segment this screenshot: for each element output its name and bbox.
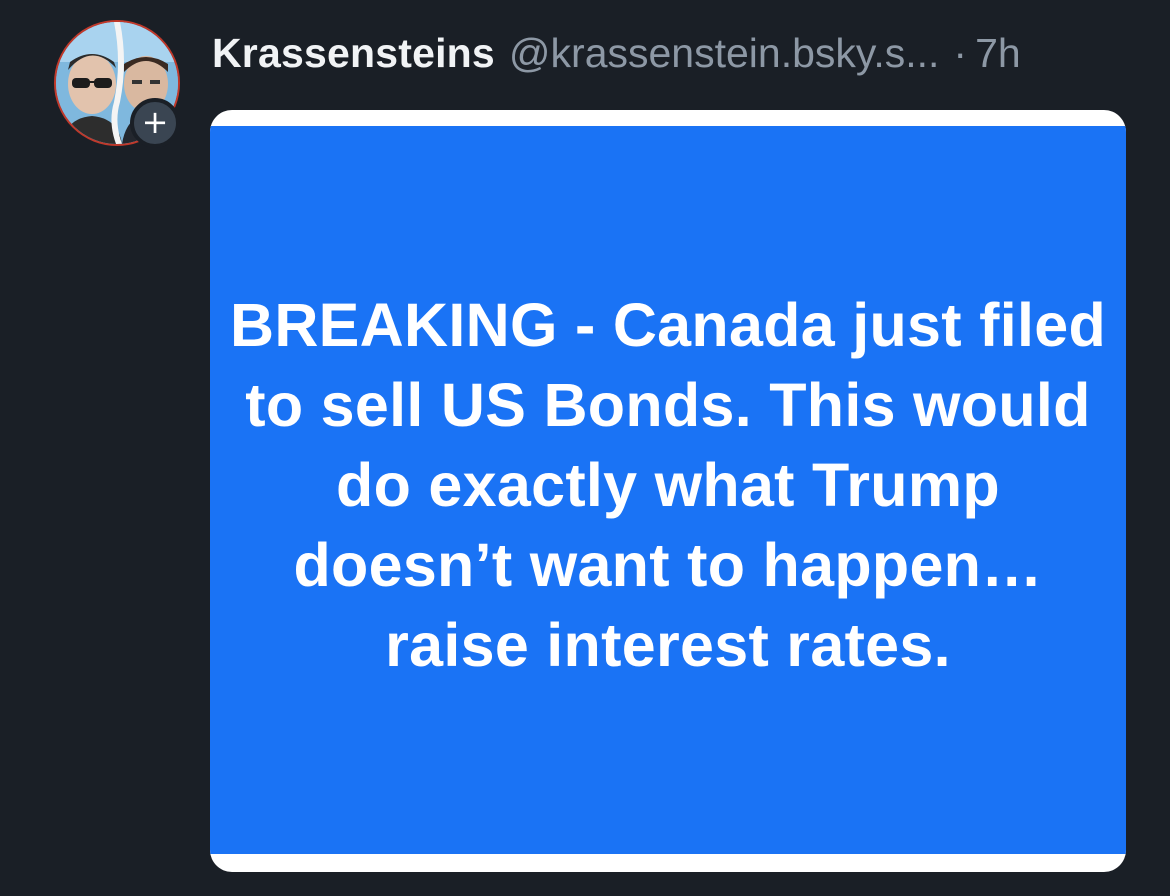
follow-button[interactable]: + [130,98,180,148]
post-item[interactable]: + Krassensteins @krassenstein.bsky.s... … [0,0,1170,896]
image-background: BREAKING - Canada just filed to sell US … [210,126,1126,854]
post-image[interactable]: BREAKING - Canada just filed to sell US … [210,110,1126,872]
author-display-name[interactable]: Krassensteins [212,28,495,78]
plus-icon: + [141,102,169,141]
author-handle[interactable]: @krassenstein.bsky.s... [509,28,940,78]
separator-dot: · [953,30,968,76]
author-avatar-container[interactable]: + [54,20,180,148]
post-header: Krassensteins @krassenstein.bsky.s... · … [212,28,1021,78]
image-text: BREAKING - Canada just filed to sell US … [229,291,1107,679]
post-timestamp[interactable]: 7h [975,28,1021,78]
